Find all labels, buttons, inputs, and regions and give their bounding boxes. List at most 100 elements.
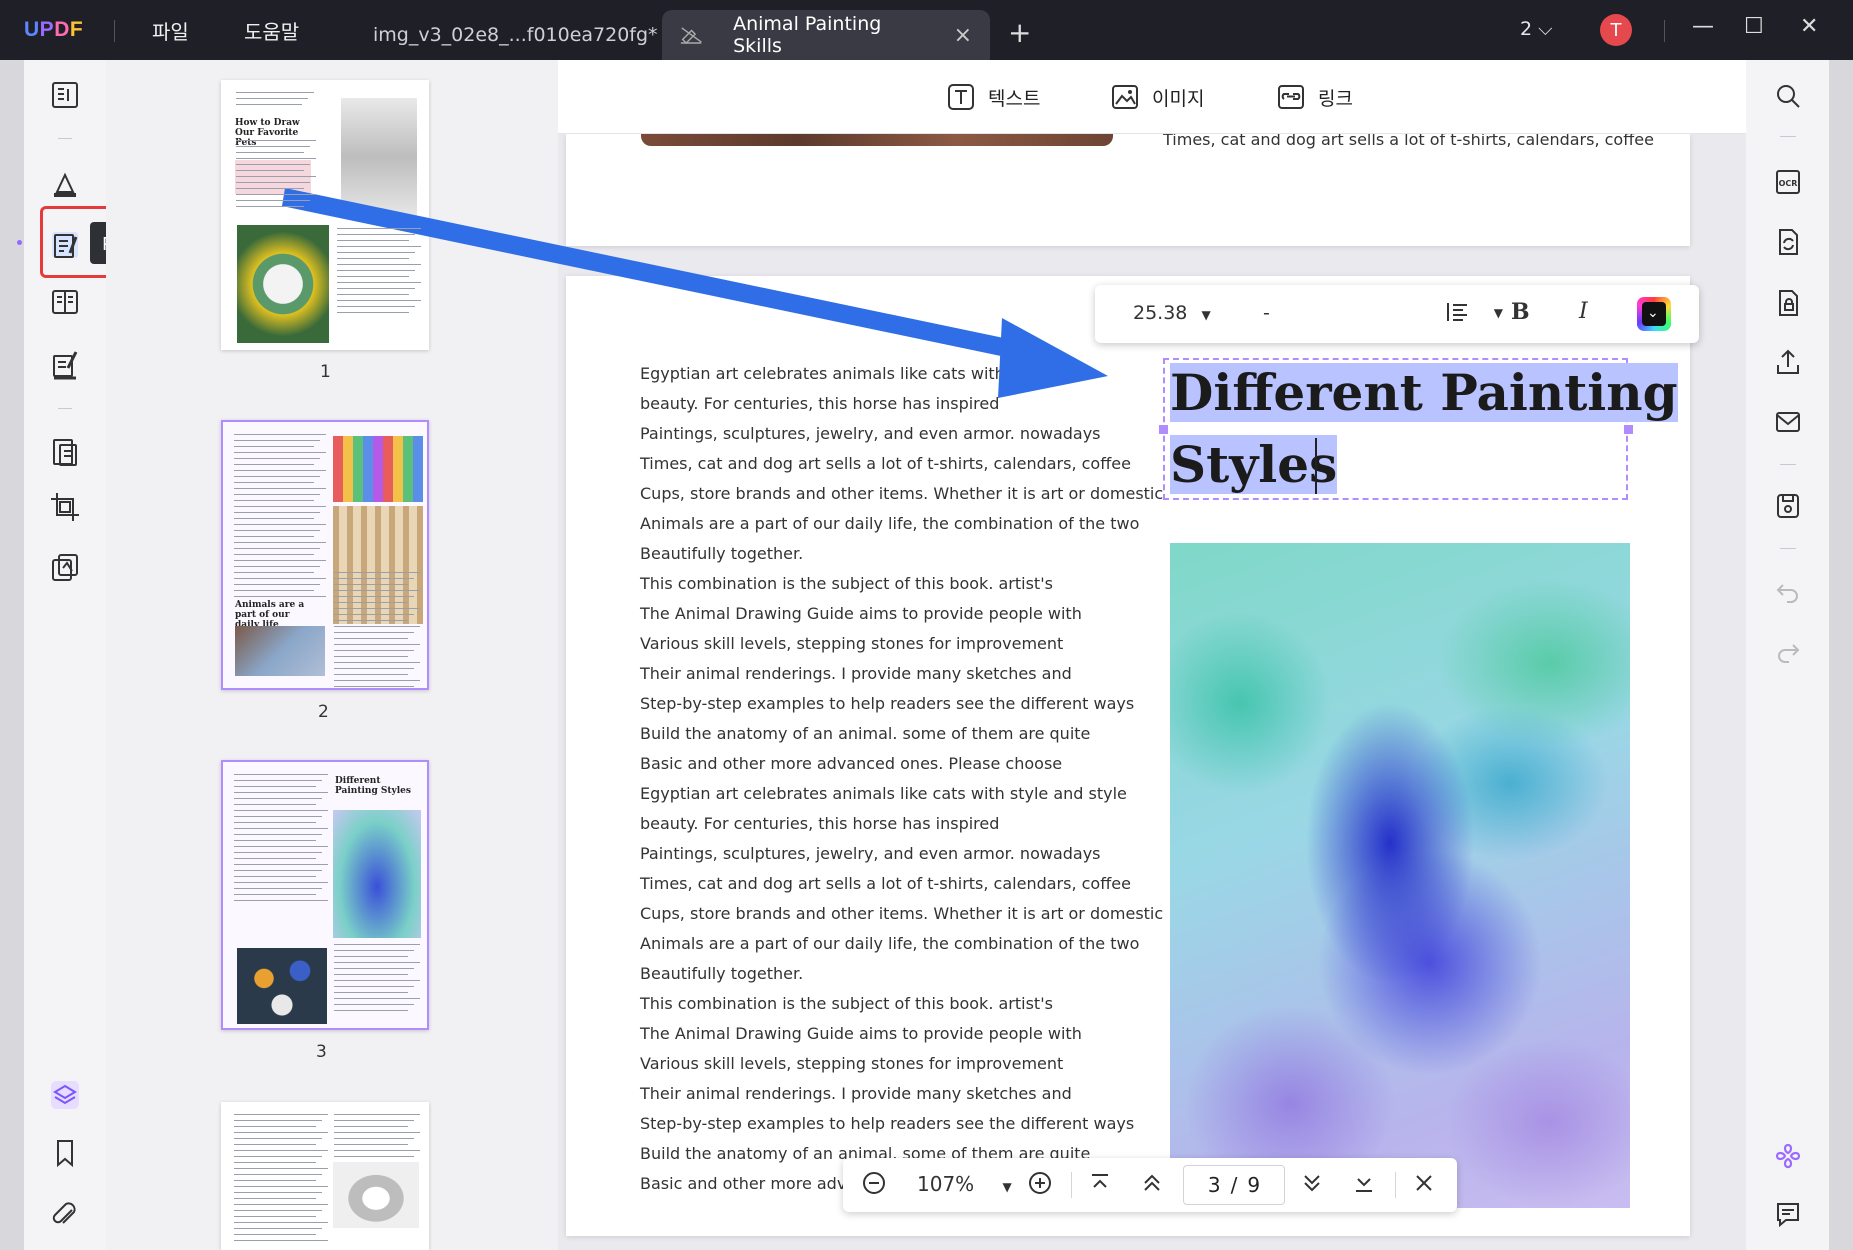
body-text-line[interactable]: Times, cat and dog art sells a lot of t-… [640, 874, 1131, 893]
zoom-out-button[interactable] [861, 1170, 887, 1201]
body-text-line[interactable]: Animals are a part of our daily life, th… [640, 934, 1139, 953]
add-text-button[interactable]: 텍스트 [946, 82, 1040, 112]
body-text-line[interactable]: Basic and other more advanced ones. Plea… [640, 754, 1062, 773]
maximize-icon[interactable]: ☐ [1744, 14, 1764, 39]
tab-count-dropdown[interactable]: 2 ⌵ [1520, 18, 1553, 40]
page-thumbnail-1[interactable]: How to Draw Our Favorite Pets [221, 80, 429, 350]
thumb-text-line [234, 1150, 328, 1151]
body-text-line[interactable]: Egyptian art celebrates animals like cat… [640, 784, 1127, 803]
resize-handle-left[interactable] [1159, 425, 1168, 434]
body-text-line[interactable]: Their animal renderings. I provide many … [640, 664, 1072, 683]
zoom-in-button[interactable] [1027, 1170, 1053, 1201]
email-button[interactable] [1768, 402, 1808, 442]
thumb-text-line [334, 1138, 414, 1139]
previous-page-button[interactable] [1139, 1170, 1165, 1201]
comments-panel-button[interactable] [1768, 1194, 1808, 1234]
body-text-line[interactable]: Egyptian art celebrates animals like cat… [640, 364, 1083, 383]
bookmark-tool[interactable] [24, 1126, 106, 1180]
resize-handle-right[interactable] [1624, 425, 1633, 434]
body-text-line[interactable]: The Animal Drawing Guide aims to provide… [640, 604, 1082, 623]
ai-assistant-button[interactable] [1768, 1136, 1808, 1176]
batch-tool[interactable] [24, 541, 106, 595]
brushes-image [333, 506, 423, 624]
body-text-line[interactable]: Animals are a part of our daily life, th… [640, 514, 1139, 533]
page-number-input[interactable]: 3 / 9 [1183, 1165, 1285, 1205]
save-button[interactable] [1768, 486, 1808, 526]
last-page-button[interactable] [1351, 1170, 1377, 1201]
bold-button[interactable]: B [1511, 299, 1530, 325]
body-text-line[interactable]: beauty. For centuries, this horse has in… [640, 394, 999, 413]
svg-text:OCR: OCR [1779, 179, 1798, 188]
share-button[interactable] [1768, 342, 1808, 382]
thumb-text-line [337, 282, 421, 283]
page-thumbnail-3[interactable]: Different Painting Styles [221, 760, 429, 1030]
thumb-text-line [234, 512, 320, 513]
new-tab-button[interactable]: + [1008, 16, 1031, 49]
first-page-button[interactable] [1087, 1170, 1113, 1201]
undo-button[interactable] [1768, 572, 1808, 612]
close-navigation-button[interactable] [1411, 1170, 1437, 1201]
thumb-text-line [334, 986, 414, 987]
convert-pdf-button[interactable] [1768, 222, 1808, 262]
italic-button[interactable]: I [1579, 299, 1588, 324]
thumb-text-line [234, 542, 326, 543]
body-text-line[interactable]: Various skill levels, stepping stones fo… [640, 1054, 1063, 1073]
thumb-text-line [236, 200, 310, 201]
layers-tool[interactable] [24, 1068, 106, 1122]
body-text-line[interactable]: Basic and other more advan [640, 1174, 866, 1193]
ocr-button[interactable]: OCR [1768, 162, 1808, 202]
body-text-line[interactable]: Step-by-step examples to help readers se… [640, 694, 1134, 713]
thumb-text-line [334, 968, 414, 969]
body-text-line[interactable]: Beautifully together. [640, 964, 803, 983]
thumb-text-line [337, 294, 409, 295]
convert-tool[interactable] [24, 425, 106, 479]
body-text-line[interactable]: Cups, store brands and other items. Whet… [640, 484, 1163, 503]
organize-tool[interactable] [24, 275, 106, 329]
redo-button[interactable] [1768, 632, 1808, 672]
add-image-button[interactable]: 이미지 [1110, 82, 1204, 112]
body-text-line[interactable]: Paintings, sculptures, jewelry, and even… [640, 844, 1101, 863]
minimize-icon[interactable]: — [1692, 14, 1714, 39]
body-text-line[interactable]: The Animal Drawing Guide aims to provide… [640, 1024, 1082, 1043]
close-window-icon[interactable]: ✕ [1800, 14, 1818, 39]
body-text-line[interactable]: Paintings, sculptures, jewelry, and even… [640, 424, 1101, 443]
comment-tool[interactable] [24, 157, 106, 211]
zoom-level-select[interactable]: 107% ▼ [917, 1172, 1012, 1196]
crop-tool[interactable] [24, 480, 106, 534]
body-text-line[interactable]: This combination is the subject of this … [640, 574, 1053, 593]
heading-line-1[interactable]: Different Painting [1170, 360, 1678, 426]
toolbar-divider [58, 138, 72, 139]
font-size-select[interactable]: 25.38 ▼ [1133, 302, 1211, 324]
tab-animal-painting[interactable]: Animal Painting Skills × [662, 10, 990, 60]
tab-image-doc[interactable]: img_v3_02e8_...f010ea720fg* [355, 10, 676, 60]
body-text-line[interactable]: Times, cat and dog art sells a lot of t-… [640, 454, 1131, 473]
menu-file[interactable]: 파일 [152, 16, 189, 45]
search-button[interactable] [1768, 76, 1808, 116]
add-link-button[interactable]: 링크 [1276, 82, 1353, 112]
watercolor-image[interactable] [1170, 543, 1630, 1208]
body-text-line[interactable]: beauty. For centuries, this horse has in… [640, 814, 999, 833]
thumb-text-line [234, 488, 326, 489]
heading-line-2[interactable]: Styles [1170, 432, 1338, 498]
body-text-line[interactable]: Beautifully together. [640, 544, 803, 563]
thumb-text-line [234, 482, 314, 483]
page-number-3: 3 [316, 1042, 327, 1062]
thumb-text-line [234, 1114, 328, 1115]
body-text-line[interactable]: Cups, store brands and other items. Whet… [640, 904, 1163, 923]
body-text-line[interactable]: Build the anatomy of an animal. some of … [640, 724, 1090, 743]
thumb-text-line [234, 530, 320, 531]
align-button[interactable] [1445, 299, 1471, 330]
body-text-line[interactable]: This combination is the subject of this … [640, 994, 1053, 1013]
avatar[interactable]: T [1600, 14, 1632, 46]
text-color-picker[interactable]: ⌄ [1637, 297, 1671, 331]
body-text-line[interactable]: Various skill levels, stepping stones fo… [640, 634, 1063, 653]
fill-sign-tool[interactable] [24, 336, 106, 390]
reader-tool[interactable] [24, 68, 106, 122]
next-page-button[interactable] [1299, 1170, 1325, 1201]
body-text-line[interactable]: Step-by-step examples to help readers se… [640, 1114, 1134, 1133]
protect-button[interactable] [1768, 283, 1808, 323]
menu-help[interactable]: 도움말 [244, 16, 299, 45]
body-text-line[interactable]: Their animal renderings. I provide many … [640, 1084, 1072, 1103]
attachment-tool[interactable] [24, 1188, 106, 1242]
close-tab-icon[interactable]: × [954, 23, 972, 48]
